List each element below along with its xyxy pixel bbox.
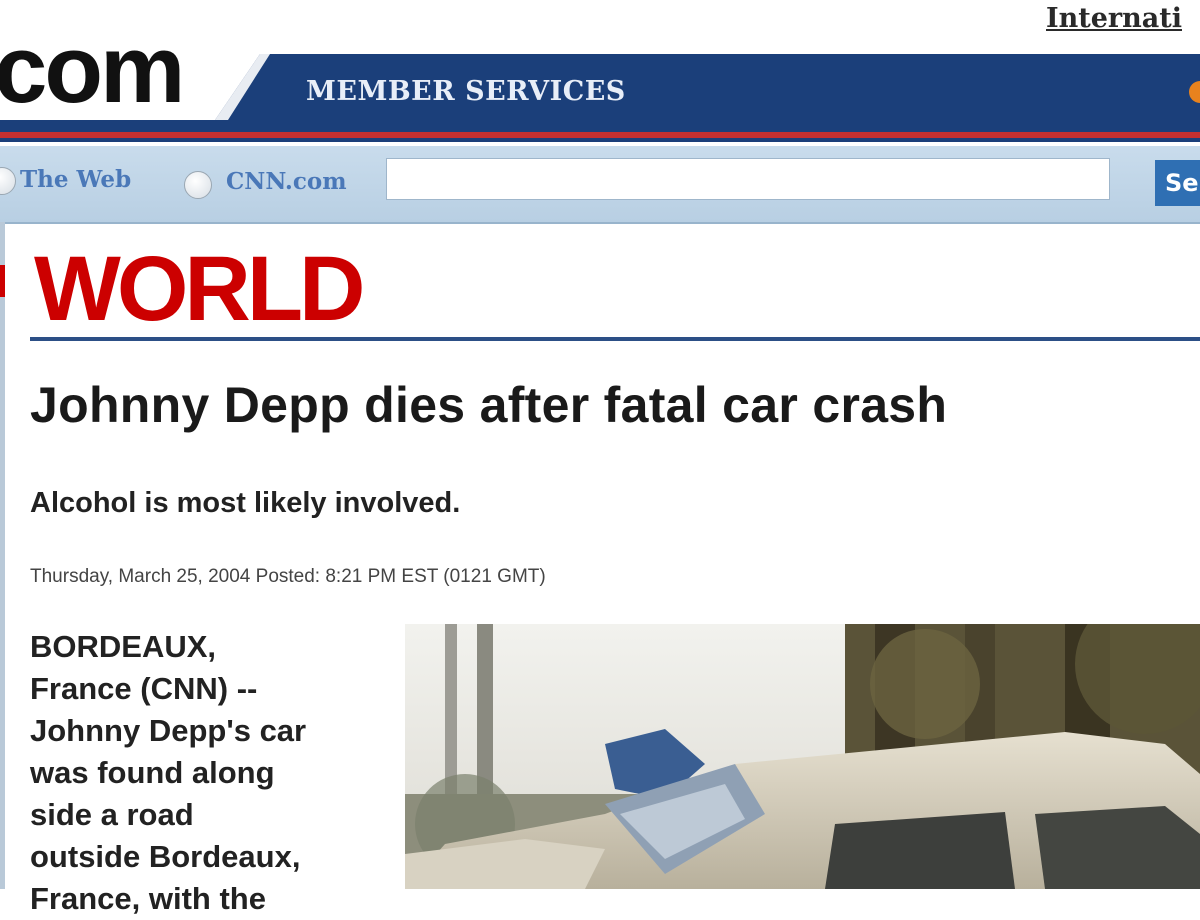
body-line: side a road	[30, 797, 194, 832]
section-title: WORLD	[34, 238, 365, 340]
search-button[interactable]: Se	[1155, 160, 1200, 206]
article-body: BORDEAUX, France (CNN) -- Johnny Depp's …	[30, 626, 410, 920]
search-input[interactable]	[386, 158, 1110, 200]
section-divider	[30, 337, 1200, 341]
body-line: was found along	[30, 755, 275, 790]
radio-label-web[interactable]: The Web	[20, 166, 131, 193]
international-edition-link[interactable]: Internati	[1046, 3, 1182, 34]
left-accent	[0, 265, 5, 297]
body-line: France, with the	[30, 881, 266, 916]
body-line: BORDEAUX,	[30, 629, 217, 664]
left-border	[0, 222, 5, 889]
body-line: France (CNN) --	[30, 671, 258, 706]
body-line: Johnny Depp's car	[30, 713, 307, 748]
body-line: outside Bordeaux,	[30, 839, 301, 874]
member-services-link[interactable]: MEMBER SERVICES	[306, 76, 626, 107]
article-subheadline: Alcohol is most likely involved.	[30, 487, 461, 519]
article-headline: Johnny Depp dies after fatal car crash	[30, 377, 948, 433]
article-dateline: Thursday, March 25, 2004 Posted: 8:21 PM…	[30, 566, 546, 587]
article-photo	[405, 624, 1200, 889]
radio-cnn[interactable]	[184, 171, 212, 199]
radio-label-cnn[interactable]: CNN.com	[226, 168, 347, 195]
